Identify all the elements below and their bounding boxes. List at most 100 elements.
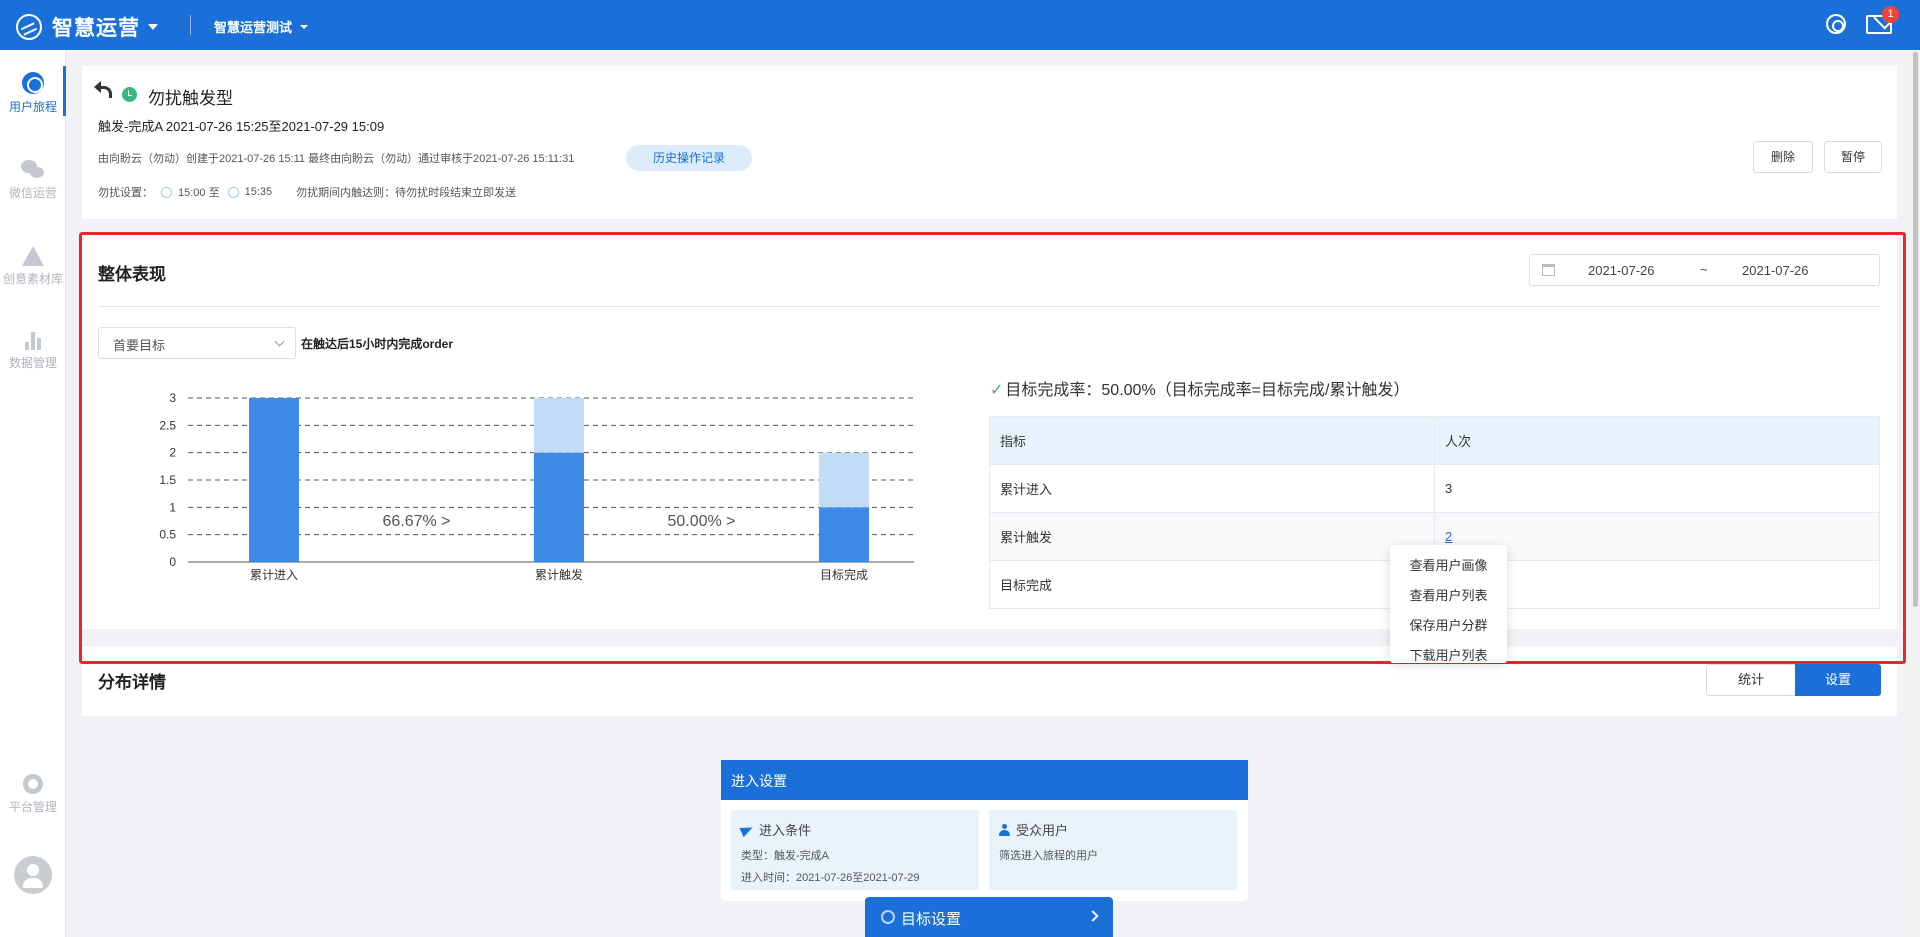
creative-icon xyxy=(22,246,44,266)
gear-icon xyxy=(23,774,43,794)
entry-settings-header[interactable]: 进入设置 xyxy=(721,760,1248,800)
project-name: 智慧运营测试 xyxy=(214,20,293,35)
calendar-icon xyxy=(1542,264,1555,276)
x-tick-label: 目标完成 xyxy=(820,567,868,582)
delete-button[interactable]: 删除 xyxy=(1753,141,1813,173)
section-title: 分布详情 xyxy=(98,673,166,692)
journey-subtitle: 触发-完成A 2021-07-26 15:25至2021-07-29 15:09 xyxy=(98,119,385,134)
chevron-right-icon xyxy=(1087,910,1099,922)
count-cell: 3 xyxy=(1434,464,1880,513)
date-range-picker[interactable]: 2021-07-26 ~ 2021-07-26 xyxy=(1529,254,1880,286)
goal-setting-bar[interactable]: 目标设置 xyxy=(865,897,1113,937)
back-icon[interactable] xyxy=(94,81,112,98)
table-header-row: 指标 人次 xyxy=(989,416,1880,465)
audience-title: 受众用户 xyxy=(999,820,1227,839)
menu-item-view-list[interactable]: 查看用户列表 xyxy=(1390,581,1507,611)
sidebar-item-label: 用户旅程 xyxy=(8,100,57,114)
divider xyxy=(98,306,1880,307)
table-header: 指标 xyxy=(989,416,1435,465)
disturb-settings: 勿扰设置： 15:00 至 15:35 勿扰期间内触达则：待勿扰时段结束立即发送 xyxy=(98,184,516,200)
conversion-label: 50.00% > xyxy=(667,513,735,530)
history-button[interactable]: 历史操作记录 xyxy=(626,145,752,171)
sidebar-item-wechat[interactable]: 微信运营 xyxy=(0,160,66,201)
entry-condition-type: 类型：触发-完成A xyxy=(741,850,829,862)
project-switcher[interactable]: 智慧运营测试 xyxy=(214,17,309,36)
menu-item-download-list[interactable]: 下载用户列表 xyxy=(1390,641,1507,671)
sidebar-item-label: 创意素材库 xyxy=(2,272,63,286)
completion-rate: ✓ 目标完成率：50.00%（目标完成率=目标完成/累计触发） xyxy=(990,376,1409,400)
entry-condition-time: 进入时间：2021-07-26至2021-07-29 xyxy=(741,872,920,884)
metric-cell: 目标完成 xyxy=(989,560,1435,609)
caret-down-icon xyxy=(300,24,309,29)
y-tick-label: 0.5 xyxy=(159,528,176,542)
user-icon xyxy=(999,823,1010,836)
y-tick-label: 2.5 xyxy=(159,418,176,432)
bar-primary xyxy=(819,507,869,562)
divider xyxy=(190,15,191,35)
table-header: 人次 xyxy=(1434,416,1880,465)
pause-button[interactable]: 暂停 xyxy=(1824,141,1882,173)
bar-secondary xyxy=(819,452,869,508)
sidebar-item-creative[interactable]: 创意素材库 xyxy=(0,246,66,287)
metric-cell: 累计触发 xyxy=(989,512,1435,561)
menu-item-save-segment[interactable]: 保存用户分群 xyxy=(1390,611,1507,641)
sidebar-item-label: 微信运营 xyxy=(8,186,57,200)
scrollbar-thumb[interactable] xyxy=(1913,52,1918,607)
y-tick-label: 1.5 xyxy=(159,473,176,487)
sidebar-item-label: 平台管理 xyxy=(8,800,57,814)
table-row: 累计进入 3 xyxy=(989,464,1880,513)
chevron-down-icon xyxy=(274,336,285,347)
sidebar: 用户旅程 微信运营 创意素材库 数据管理 平台管理 xyxy=(0,50,66,937)
audience-box[interactable]: 受众用户 筛选进入旅程的用户 xyxy=(989,810,1237,890)
completion-rate-text: 目标完成率：50.00%（目标完成率=目标完成/累计触发） xyxy=(1005,382,1410,399)
help-icon[interactable] xyxy=(1826,14,1846,34)
y-tick-label: 2 xyxy=(169,446,176,460)
section-title: 整体表现 xyxy=(98,265,166,284)
stat-tab[interactable]: 统计 xyxy=(1706,664,1796,696)
clock-icon xyxy=(227,186,239,198)
entry-settings: 进入设置 进入条件 类型：触发-完成A 进入时间：2021-07-26至2021… xyxy=(721,760,1248,901)
context-menu: 查看用户画像 查看用户列表 保存用户分群 下载用户列表 xyxy=(1390,545,1507,663)
send-icon xyxy=(739,822,755,837)
audience-desc: 筛选进入旅程的用户 xyxy=(999,850,1098,862)
brand-switcher[interactable]: 智慧运营 xyxy=(16,12,158,42)
sidebar-item-data[interactable]: 数据管理 xyxy=(0,332,66,371)
goal-select[interactable]: 首要目标 xyxy=(98,327,296,359)
journey-icon xyxy=(22,72,44,94)
brand-name: 智慧运营 xyxy=(52,17,140,40)
disturb-start: 15:00 至 xyxy=(178,187,220,199)
disturb-label: 勿扰设置： xyxy=(98,187,153,199)
date-start: 2021-07-26 xyxy=(1588,263,1655,278)
count-link[interactable]: 2 xyxy=(1445,529,1452,544)
settings-tab[interactable]: 设置 xyxy=(1795,664,1881,696)
goal-description: 在触达后15小时内完成order xyxy=(301,337,454,351)
disturb-end: 15:35 xyxy=(244,186,273,198)
data-icon xyxy=(23,332,43,350)
disturb-rule: 勿扰期间内触达则：待勿扰时段结束立即发送 xyxy=(296,187,517,199)
section-gap xyxy=(82,629,1897,643)
sidebar-item-journey[interactable]: 用户旅程 xyxy=(0,66,66,116)
entry-condition-box[interactable]: 进入条件 类型：触发-完成A 进入时间：2021-07-26至2021-07-2… xyxy=(731,810,979,890)
wechat-icon xyxy=(21,160,45,180)
journey-meta: 由向盼云（勿动）创建于2021-07-26 15:11 最终由向盼云（勿动）通过… xyxy=(98,153,575,165)
x-tick-label: 累计进入 xyxy=(250,568,298,582)
avatar[interactable] xyxy=(14,856,52,894)
y-tick-label: 3 xyxy=(169,391,176,405)
target-icon xyxy=(881,910,895,924)
entry-condition-title: 进入条件 xyxy=(739,820,969,839)
goal-setting-label: 目标设置 xyxy=(901,911,962,928)
page-title: 勿扰触发型 xyxy=(148,89,233,108)
sidebar-item-platform[interactable]: 平台管理 xyxy=(0,774,66,815)
audience-label: 受众用户 xyxy=(1016,823,1069,838)
funnel-chart: 0 0.5 1 1.5 2 2.5 3 累计进入 累计触发 目标完成 66.67% > 50.00% … xyxy=(159,391,914,582)
caret-down-icon xyxy=(148,24,158,30)
date-separator: ~ xyxy=(1700,262,1708,277)
menu-item-view-profile[interactable]: 查看用户画像 xyxy=(1390,551,1507,581)
y-tick-label: 0 xyxy=(169,555,176,569)
status-icon xyxy=(122,87,137,102)
x-tick-label: 累计触发 xyxy=(535,567,583,582)
date-end: 2021-07-26 xyxy=(1742,263,1809,278)
top-bar: 智慧运营 智慧运营测试 1 xyxy=(0,0,1920,50)
clock-icon xyxy=(161,186,172,198)
logo-icon xyxy=(16,14,42,40)
